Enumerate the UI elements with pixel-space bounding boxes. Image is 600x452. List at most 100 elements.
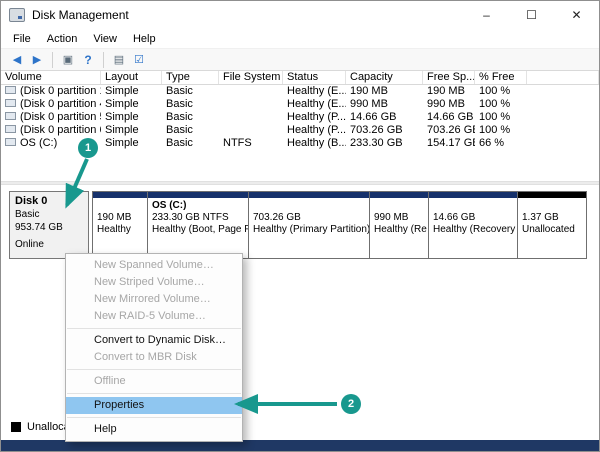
close-button[interactable]: ✕ [554,1,599,29]
back-icon[interactable]: ◀ [7,51,27,69]
volume-type: Basic [166,137,193,149]
volume-icon [5,138,16,147]
partition-block[interactable]: 14.66 GB Healthy (Recovery [428,191,518,259]
volume-status: Healthy (E... [287,85,346,97]
volume-name: OS (C:) [20,137,58,149]
volume-icon [5,125,16,134]
partition-status: Healthy [97,224,131,235]
menu-file[interactable]: File [5,31,39,47]
partition-status: Healthy (Re [374,224,427,235]
check-icon[interactable]: ☑ [129,51,149,69]
volume-fs [219,98,283,111]
volume-icon [5,112,16,121]
unallocated-swatch [11,422,21,432]
column-header-pct-free[interactable]: % Free [475,71,527,84]
volume-fs [219,111,283,124]
help-icon[interactable]: ? [78,51,98,69]
disk-size: 953.74 GB [15,222,63,233]
volume-layout: Simple [105,98,139,110]
volume-row[interactable]: (Disk 0 partition 5) Simple Basic Health… [1,111,599,124]
volume-list-pane: Volume Layout Type File System Status Ca… [1,71,599,181]
volume-pct-free: 100 % [479,98,511,110]
column-header-status[interactable]: Status [283,71,346,84]
volume-icon [5,99,16,108]
partition-title [97,200,143,212]
disk0-row: Disk 0 Basic 953.74 GB Online 190 MB Hea… [9,191,587,259]
column-header-layout[interactable]: Layout [101,71,162,84]
column-header-free-space[interactable]: Free Sp... [423,71,475,84]
menu-view[interactable]: View [85,31,125,47]
partition-block-unallocated[interactable]: 1.37 GB Unallocated [517,191,587,259]
column-header-file-system[interactable]: File System [219,71,283,84]
menu-action[interactable]: Action [39,31,86,47]
menu-item-new-raid5-volume: New RAID-5 Volume… [94,310,206,322]
volume-row[interactable]: OS (C:) Simple Basic NTFS Healthy (B... … [1,137,599,150]
volume-status: Healthy (P... [287,111,346,123]
menu-item-new-spanned-volume: New Spanned Volume… [94,259,214,271]
volume-free: 190 MB [427,85,465,97]
volume-capacity: 14.66 GB [350,111,397,123]
partition-block[interactable]: 703.26 GB Healthy (Primary Partition) [248,191,370,259]
properties-icon[interactable]: ▤ [109,51,129,69]
console-window-icon[interactable]: ▣ [58,51,78,69]
menu-help[interactable]: Help [125,31,164,47]
disk-management-window: Disk Management – ☐ ✕ File Action View H… [0,0,600,452]
context-menu: New Spanned Volume… New Striped Volume… … [65,253,243,442]
minimize-button[interactable]: – [464,1,509,29]
volume-status: Healthy (E... [287,98,346,110]
volume-type: Basic [166,111,193,123]
volume-pct-free: 100 % [479,85,511,97]
volume-layout: Simple [105,111,139,123]
partition-status: Unallocated [522,224,575,235]
disk0-label[interactable]: Disk 0 Basic 953.74 GB Online [9,191,89,259]
volume-type: Basic [166,98,193,110]
toolbar: ◀ ▶ ▣ ? ▤ ☑ [1,49,599,71]
volume-fs [219,124,283,137]
title-bar: Disk Management – ☐ ✕ [1,1,599,29]
partitions-strip: 190 MB Healthy OS (C:) 233.30 GB NTFS He… [92,191,587,259]
volume-capacity: 190 MB [350,85,388,97]
volume-row[interactable]: (Disk 0 partition 4) Simple Basic Health… [1,98,599,111]
partition-title [522,200,582,212]
volume-row[interactable]: (Disk 0 partition 1) Simple Basic Health… [1,85,599,98]
volume-status: Healthy (B... [287,137,346,149]
partition-block-os-c[interactable]: OS (C:) 233.30 GB NTFS Healthy (Boot, Pa… [147,191,249,259]
volume-status: Healthy (P... [287,124,346,136]
menu-item-new-striped-volume: New Striped Volume… [94,276,205,288]
toolbar-separator [52,51,53,68]
disk-status: Online [15,239,44,250]
menu-separator [67,417,241,418]
column-header-filler [527,71,599,84]
volume-free: 990 MB [427,98,465,110]
column-header-capacity[interactable]: Capacity [346,71,423,84]
volume-fs [219,85,283,98]
table-header-row: Volume Layout Type File System Status Ca… [1,71,599,85]
forward-icon[interactable]: ▶ [27,51,47,69]
partition-status: Healthy (Primary Partition) [253,224,369,235]
menu-item-convert-to-dynamic-disk[interactable]: Convert to Dynamic Disk… [66,332,242,349]
window-title: Disk Management [32,8,129,22]
menu-item-help[interactable]: Help [66,421,242,438]
maximize-button[interactable]: ☐ [509,1,554,29]
column-header-type[interactable]: Type [162,71,219,84]
volume-name: (Disk 0 partition 5) [20,111,101,123]
volume-pct-free: 100 % [479,111,511,123]
volume-layout: Simple [105,85,139,97]
disk-type: Basic [15,209,40,220]
volume-name: (Disk 0 partition 4) [20,98,101,110]
column-header-volume[interactable]: Volume [1,71,101,84]
partition-size: 1.37 GB [522,212,559,223]
partition-size: 233.30 GB NTFS [152,212,229,223]
menu-item-properties[interactable]: Properties [66,397,242,414]
menu-bar: File Action View Help [1,29,599,49]
toolbar-separator [103,51,104,68]
volume-name: (Disk 0 partition 6) [20,124,101,136]
volume-name: (Disk 0 partition 1) [20,85,101,97]
partition-block[interactable]: 990 MB Healthy (Re [369,191,429,259]
partition-block[interactable]: 190 MB Healthy [92,191,148,259]
partition-title [253,200,365,212]
menu-item-new-mirrored-volume: New Mirrored Volume… [94,293,211,305]
disk-name: Disk 0 [15,195,48,207]
partition-size: 703.26 GB [253,212,301,223]
volume-row[interactable]: (Disk 0 partition 6) Simple Basic Health… [1,124,599,137]
